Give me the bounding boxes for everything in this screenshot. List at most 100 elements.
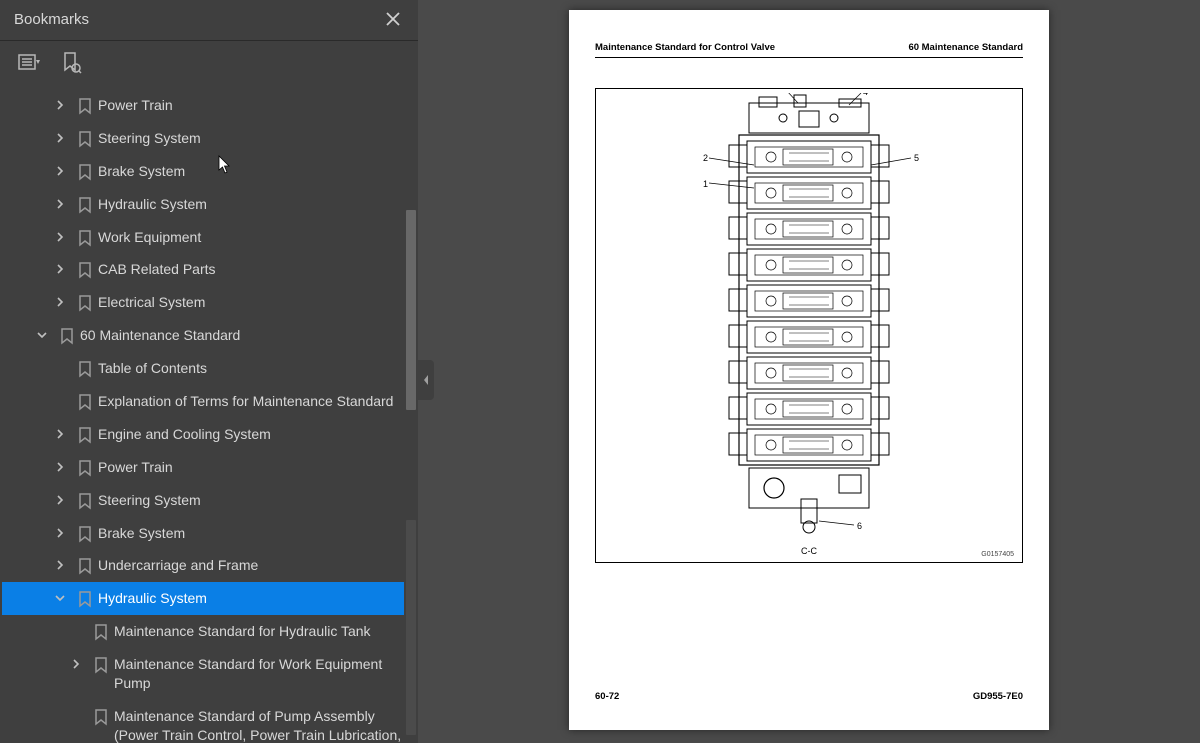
callout-4: 4: [863, 93, 868, 97]
control-valve-diagram: 1 2 3 4 5 6: [679, 93, 939, 543]
page-header: Maintenance Standard for Control Valve 6…: [595, 42, 1023, 58]
bookmark-icon: [74, 490, 96, 510]
bookmark-item[interactable]: Steering System: [2, 484, 414, 517]
chevron-right-icon[interactable]: [62, 654, 90, 669]
bookmark-icon: [74, 588, 96, 608]
bookmark-icon: [74, 555, 96, 575]
scrollbar-thumb[interactable]: [406, 210, 416, 410]
diagram-id: G0157405: [981, 551, 1014, 558]
bookmark-item[interactable]: Maintenance Standard for Work Equipment …: [2, 648, 414, 700]
document-id: GD955-7E0: [973, 691, 1023, 702]
bookmark-icon: [74, 259, 96, 279]
bookmark-label: Maintenance Standard for Hydraulic Tank: [112, 621, 410, 642]
bookmark-icon: [74, 523, 96, 543]
bookmark-item[interactable]: Maintenance Standard for Hydraulic Tank: [2, 615, 414, 648]
page-number: 60-72: [595, 691, 619, 702]
chevron-right-icon[interactable]: [46, 457, 74, 472]
chevron-right-icon[interactable]: [46, 128, 74, 143]
bookmark-label: Maintenance Standard of Pump Assembly (P…: [112, 706, 410, 743]
list-view-icon[interactable]: [18, 51, 42, 75]
scrollbar-track[interactable]: [404, 100, 418, 740]
bookmark-icon: [56, 325, 78, 345]
bookmark-label: Steering System: [96, 128, 410, 149]
bookmark-tree[interactable]: Power Train Steering System Brake System Hy…: [0, 87, 418, 743]
bookmark-item[interactable]: Brake System: [2, 517, 414, 550]
chevron-right-icon[interactable]: [46, 523, 74, 538]
bookmark-label: Table of Contents: [96, 358, 410, 379]
bookmark-label: Undercarriage and Frame: [96, 555, 410, 576]
bookmark-label: Electrical System: [96, 292, 410, 313]
bookmark-label: 60 Maintenance Standard: [78, 325, 410, 346]
bookmark-item[interactable]: Engine and Cooling System: [2, 418, 414, 451]
chevron-right-icon[interactable]: [46, 227, 74, 242]
bookmark-label: Hydraulic System: [96, 588, 410, 609]
chevron-right-icon[interactable]: [46, 259, 74, 274]
bookmark-label: Power Train: [96, 95, 410, 116]
chevron-right-icon[interactable]: [46, 555, 74, 570]
bookmark-item[interactable]: Brake System: [2, 155, 414, 188]
callout-3: 3: [783, 93, 788, 94]
bookmark-icon: [74, 227, 96, 247]
bookmark-item[interactable]: Power Train: [2, 451, 414, 484]
diagram-frame: 1 2 3 4 5 6 C-C G0157405: [595, 88, 1023, 563]
bookmark-label: Explanation of Terms for Maintenance Sta…: [96, 391, 410, 412]
bookmark-label: Brake System: [96, 523, 410, 544]
chevron-right-icon: [46, 391, 74, 396]
bookmark-icon: [74, 95, 96, 115]
page-header-left: Maintenance Standard for Control Valve: [595, 42, 775, 53]
chevron-down-icon[interactable]: [28, 325, 56, 340]
callout-5: 5: [914, 153, 919, 163]
chevron-right-icon[interactable]: [46, 292, 74, 307]
callout-6: 6: [857, 521, 862, 531]
pdf-page: Maintenance Standard for Control Valve 6…: [569, 10, 1049, 730]
bookmark-label: Steering System: [96, 490, 410, 511]
document-viewer[interactable]: Maintenance Standard for Control Valve 6…: [418, 0, 1200, 743]
page-footer: 60-72 GD955-7E0: [595, 691, 1023, 702]
bookmark-item[interactable]: Electrical System: [2, 286, 414, 319]
bookmark-item[interactable]: Maintenance Standard of Pump Assembly (P…: [2, 700, 414, 743]
bookmark-icon: [74, 194, 96, 214]
bookmark-label: Engine and Cooling System: [96, 424, 410, 445]
bookmark-item[interactable]: Steering System: [2, 122, 414, 155]
bookmark-item[interactable]: Undercarriage and Frame: [2, 549, 414, 582]
bookmark-icon: [74, 391, 96, 411]
sidebar-header: Bookmarks: [0, 0, 418, 41]
bookmark-icon: [74, 161, 96, 181]
bookmark-item[interactable]: Work Equipment: [2, 221, 414, 254]
section-label: C-C: [801, 546, 817, 556]
collapse-sidebar-icon[interactable]: [418, 360, 434, 400]
chevron-right-icon: [46, 358, 74, 363]
bookmark-label: Maintenance Standard for Work Equipment …: [112, 654, 410, 694]
chevron-right-icon: [62, 621, 90, 626]
bookmark-item[interactable]: CAB Related Parts: [2, 253, 414, 286]
chevron-right-icon[interactable]: [46, 161, 74, 176]
callout-1: 1: [703, 179, 708, 189]
chevron-down-icon[interactable]: [46, 588, 74, 603]
bookmark-item[interactable]: Hydraulic System: [2, 188, 414, 221]
bookmark-icon: [90, 706, 112, 726]
bookmark-item[interactable]: Explanation of Terms for Maintenance Sta…: [2, 385, 414, 418]
bookmark-icon: [74, 358, 96, 378]
chevron-right-icon[interactable]: [46, 424, 74, 439]
chevron-right-icon[interactable]: [46, 194, 74, 209]
bookmark-icon: [90, 654, 112, 674]
close-icon[interactable]: [382, 8, 404, 30]
bookmark-item[interactable]: Power Train: [2, 89, 414, 122]
sidebar-title: Bookmarks: [14, 11, 89, 28]
bookmark-find-icon[interactable]: [60, 51, 84, 75]
chevron-right-icon[interactable]: [46, 95, 74, 110]
chevron-right-icon[interactable]: [46, 490, 74, 505]
bookmark-item[interactable]: Table of Contents: [2, 352, 414, 385]
bookmark-label: CAB Related Parts: [96, 259, 410, 280]
scrollbar-thumb-secondary[interactable]: [406, 520, 416, 735]
callout-2: 2: [703, 153, 708, 163]
bookmark-label: Brake System: [96, 161, 410, 182]
bookmark-item[interactable]: 60 Maintenance Standard: [2, 319, 414, 352]
bookmark-item[interactable]: Hydraulic System: [2, 582, 414, 615]
bookmark-icon: [74, 128, 96, 148]
bookmark-label: Hydraulic System: [96, 194, 410, 215]
bookmark-icon: [74, 292, 96, 312]
chevron-right-icon: [62, 706, 90, 711]
bookmark-label: Power Train: [96, 457, 410, 478]
bookmark-label: Work Equipment: [96, 227, 410, 248]
